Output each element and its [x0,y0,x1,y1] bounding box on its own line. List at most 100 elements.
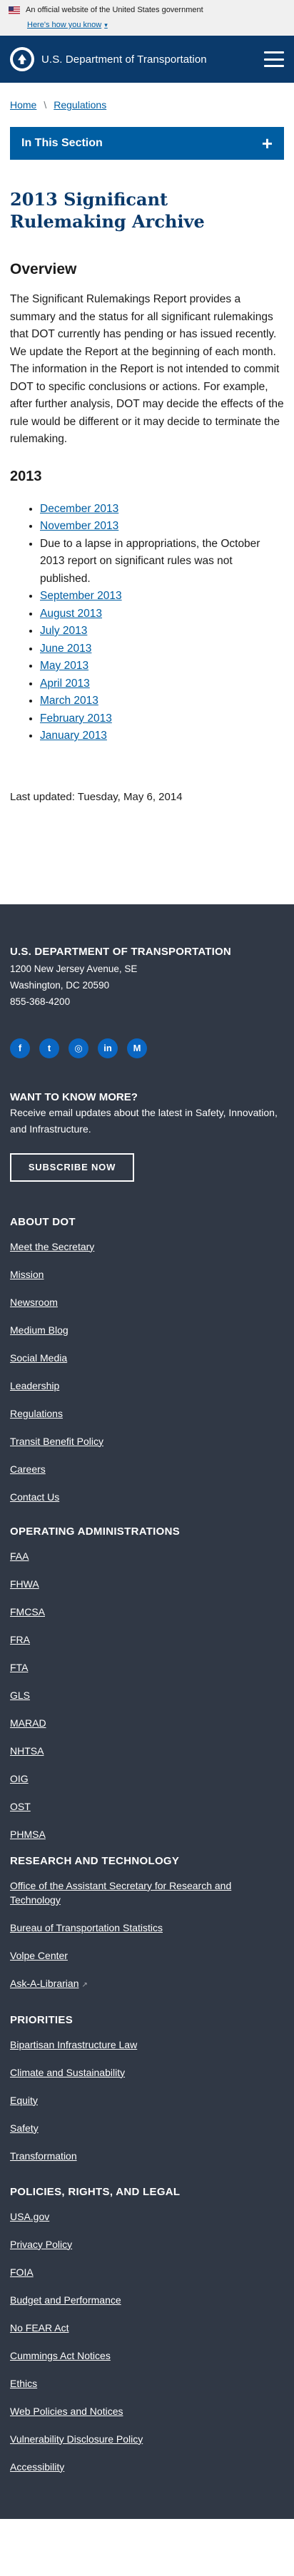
footer-link[interactable]: FRA [10,1634,30,1645]
last-updated: Last updated: Tuesday, May 6, 2014 [10,790,183,803]
footer-link[interactable]: USA.gov [10,2211,49,2222]
footer-link[interactable]: FOIA [10,2266,34,2278]
footer-link[interactable]: Web Policies and Notices [10,2406,123,2417]
month-report-link[interactable]: May 2013 [40,660,88,672]
footer-link-item: Safety [10,2121,284,2135]
footer-link[interactable]: Newsroom [10,1297,58,1308]
footer-link-item: Office of the Assistant Secretary for Re… [10,1879,284,1907]
footer-link[interactable]: Budget and Performance [10,2294,121,2306]
month-report-link[interactable]: January 2013 [40,730,107,742]
footer-link[interactable]: Mission [10,1269,44,1280]
footer-link[interactable]: PHMSA [10,1829,46,1840]
month-report-link[interactable]: April 2013 [40,678,90,690]
month-report-link[interactable]: December 2013 [40,503,118,515]
footer-link[interactable]: Safety [10,2122,39,2134]
linkedin-icon[interactable]: in [98,1038,118,1058]
month-list-item: November 2013 [40,518,284,536]
month-list-item: August 2013 [40,605,284,623]
footer-link[interactable]: FHWA [10,1578,39,1590]
footer-section: POLICIES, RIGHTS, AND LEGAL USA.gov Privac… [10,2186,284,2474]
footer-link-item: Medium Blog [10,1323,284,1337]
footer-link[interactable]: Ask-A-Librarian [10,1978,78,1989]
footer-link-item: Regulations [10,1406,284,1421]
heres-how-you-know-link[interactable]: Here's how you know ▾ [27,21,108,29]
gov-banner-text: An official website of the United States… [26,6,203,14]
hamburger-menu-icon[interactable] [264,51,284,67]
home-logo-link[interactable]: U.S. Department of Transportation [10,47,207,71]
footer-link[interactable]: Meet the Secretary [10,1241,94,1252]
footer-link[interactable]: FMCSA [10,1606,45,1617]
month-report-link[interactable]: July 2013 [40,625,87,637]
footer-link-item: Mission [10,1267,284,1282]
footer-link[interactable]: Leadership [10,1380,59,1391]
month-report-link[interactable]: August 2013 [40,608,102,620]
year-heading: 2013 [10,468,42,484]
footer-link[interactable]: Vulnerability Disclosure Policy [10,2433,143,2445]
footer-link[interactable]: Medium Blog [10,1324,69,1336]
footer-link-item: FMCSA [10,1605,284,1619]
footer-link[interactable]: Accessibility [10,2461,64,2473]
footer-link[interactable]: Transformation [10,2150,77,2162]
footer-link[interactable]: Privacy Policy [10,2239,72,2250]
twitter-icon[interactable]: t [39,1038,59,1058]
footer-link-item: Climate and Sustainability [10,2065,284,2080]
footer-link-list: FAA FHWA FMCSA FRA FTA GLS MARAD NHTSA OIG OST PHM… [10,1549,284,1841]
footer-link[interactable]: Careers [10,1463,46,1475]
footer-link-item: No FEAR Act [10,2321,284,2335]
footer-link[interactable]: OST [10,1801,31,1812]
instagram-icon[interactable]: ◎ [69,1038,88,1058]
medium-icon[interactable]: M [127,1038,147,1058]
footer-link[interactable]: MARAD [10,1717,46,1729]
footer-section-heading: PRIORITIES [10,2013,74,2026]
external-link-icon: ↗ [81,1980,88,1989]
footer-link-item: Transformation [10,2149,284,2163]
breadcrumb-home[interactable]: Home [10,99,36,111]
in-this-section-toggle[interactable]: In This Section + [10,127,284,160]
month-report-link[interactable]: September 2013 [40,590,122,602]
footer-link-item: PHMSA [10,1827,284,1841]
gov-banner: An official website of the United States… [0,0,294,36]
month-list-item: July 2013 [40,623,284,640]
footer-link[interactable]: Regulations [10,1408,63,1419]
footer-link[interactable]: OIG [10,1773,29,1784]
subscribe-button[interactable]: SUBSCRIBE NOW [10,1152,134,1182]
footer-link-item: Web Policies and Notices [10,2404,284,2418]
chevron-down-icon: ▾ [104,21,108,29]
footer-link[interactable]: Ethics [10,2378,37,2389]
month-report-link[interactable]: February 2013 [40,712,112,725]
footer-link[interactable]: Equity [10,2095,38,2106]
address-line: Washington, DC 20590 [10,979,110,991]
footer-link[interactable]: Climate and Sustainability [10,2067,125,2078]
month-report-link[interactable]: March 2013 [40,695,98,707]
lapse-notice: Due to a lapse in appropriations, the Oc… [40,537,260,585]
footer-link[interactable]: FTA [10,1662,28,1673]
month-list-item: March 2013 [40,692,284,710]
footer-link[interactable]: GLS [10,1690,30,1701]
breadcrumb-regulations[interactable]: Regulations [54,99,106,111]
footer-link-item: Bipartisan Infrastructure Law [10,2038,284,2052]
footer-section: ABOUT DOT Meet the Secretary Mission Newsro… [10,1216,284,1504]
month-report-link[interactable]: November 2013 [40,520,118,532]
footer-link[interactable]: Volpe Center [10,1950,68,1961]
footer-link-item: USA.gov [10,2209,284,2224]
footer-link-item: FHWA [10,1577,284,1591]
footer-link-item: Equity [10,2093,284,2107]
footer-link[interactable]: Office of the Assistant Secretary for Re… [10,1880,231,1906]
footer-link-item: OST [10,1799,284,1814]
footer-link[interactable]: Contact Us [10,1491,59,1503]
footer-section-heading: RESEARCH AND TECHNOLOGY [10,1854,180,1867]
footer-link[interactable]: NHTSA [10,1745,44,1757]
footer-link[interactable]: Bipartisan Infrastructure Law [10,2039,137,2050]
footer-link[interactable]: Transit Benefit Policy [10,1436,103,1447]
footer-section: RESEARCH AND TECHNOLOGY Office of the Ass… [10,1855,284,1993]
month-report-link[interactable]: June 2013 [40,643,91,655]
footer-link-item: Meet the Secretary [10,1240,284,1254]
footer-link[interactable]: Bureau of Transportation Statistics [10,1922,163,1933]
footer-link[interactable]: FAA [10,1550,29,1562]
footer-link[interactable]: No FEAR Act [10,2322,69,2334]
page-title: 2013 Significant Rulemaking Archive [10,189,205,232]
facebook-icon[interactable]: f [10,1038,30,1058]
month-list-item: Due to a lapse in appropriations, the Oc… [40,536,284,588]
footer-link[interactable]: Cummings Act Notices [10,2350,111,2361]
footer-link[interactable]: Social Media [10,1352,67,1364]
